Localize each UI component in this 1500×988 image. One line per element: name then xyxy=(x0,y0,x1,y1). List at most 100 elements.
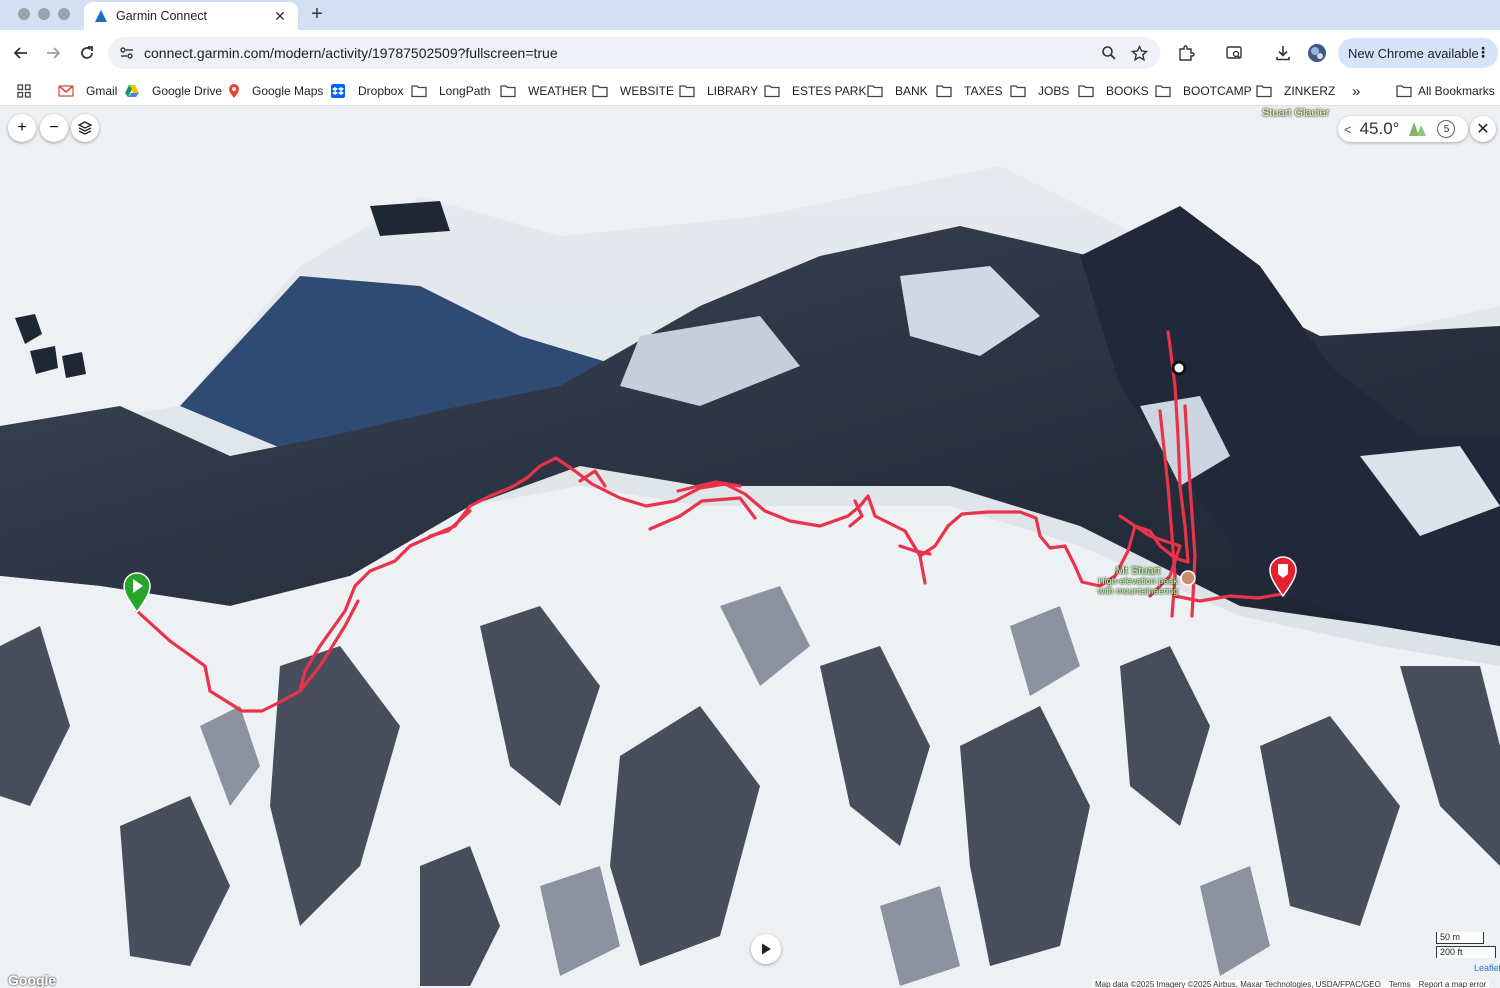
waypoint-marker[interactable] xyxy=(1171,360,1187,376)
bookmark-star-icon[interactable] xyxy=(1124,38,1154,68)
stuart-glacier-label: Stuart Glacier xyxy=(1262,107,1330,119)
bookmarks-overflow-chevron[interactable]: » xyxy=(1352,80,1360,102)
bookmark-website[interactable]: WEBSITE xyxy=(592,80,674,102)
folder-icon xyxy=(679,84,701,98)
play-icon xyxy=(762,943,771,955)
layers-button[interactable] xyxy=(71,114,99,142)
window-close-button[interactable] xyxy=(18,8,30,20)
extensions-puzzle-icon[interactable] xyxy=(1174,41,1198,65)
tree-icon xyxy=(1409,122,1427,136)
bookmark-library[interactable]: LIBRARY xyxy=(679,80,758,102)
scale-metric: 50 m xyxy=(1436,932,1484,944)
bookmark-bank[interactable]: BANK xyxy=(867,80,928,102)
search-icon[interactable] xyxy=(1094,38,1124,68)
tilt-value: 45.0° xyxy=(1359,119,1400,138)
bookmark-label: BANK xyxy=(895,84,928,98)
map-attribution: Map data ©2025 Imagery ©2025 Airbus, Max… xyxy=(1092,980,1490,988)
profile-avatar[interactable] xyxy=(1305,41,1329,65)
bookmark-label: ZINKERZ xyxy=(1284,84,1336,98)
bookmark-bootcamp[interactable]: BOOTCAMP xyxy=(1155,80,1252,102)
bookmark-taxes[interactable]: TAXES xyxy=(936,80,1002,102)
bookmark-label: LIBRARY xyxy=(707,84,759,98)
arrow-left-icon xyxy=(13,47,27,59)
tab-garmin-connect[interactable]: Garmin Connect ✕ xyxy=(84,2,298,30)
bookmark-google-drive[interactable]: Google Drive xyxy=(124,80,222,102)
bookmark-dropbox[interactable]: Dropbox xyxy=(330,80,403,102)
activity-map[interactable]: + − Stuart Glacier < 45.0° 5 ✕ Mt Stuart… xyxy=(0,106,1500,988)
bookmarks-bar: Gmail Google Drive Google Maps Dropbox LongP… xyxy=(0,76,1500,106)
drive-icon xyxy=(124,84,146,98)
more-menu-icon[interactable]: ⋮ xyxy=(1476,44,1490,60)
folder-icon xyxy=(1010,84,1032,98)
bookmark-longpath[interactable]: LongPath xyxy=(411,80,490,102)
chevron-left-icon[interactable]: < xyxy=(1344,122,1352,137)
arrow-right-icon xyxy=(47,47,61,59)
folder-icon xyxy=(1078,84,1100,98)
attribution-text: Map data ©2025 Imagery ©2025 Airbus, Max… xyxy=(1095,980,1381,988)
folder-icon xyxy=(592,84,614,98)
satellite-terrain xyxy=(0,106,1500,988)
bookmark-label: Gmail xyxy=(86,84,118,98)
bookmark-estes-park[interactable]: ESTES PARK xyxy=(764,80,866,102)
folder-icon xyxy=(867,84,889,98)
close-fullscreen-button[interactable]: ✕ xyxy=(1470,116,1496,142)
gmail-icon xyxy=(58,85,80,97)
dropbox-icon xyxy=(330,83,352,99)
zoom-out-button[interactable]: − xyxy=(40,114,68,142)
tab-close-icon[interactable]: ✕ xyxy=(272,8,288,25)
downloads-icon[interactable] xyxy=(1271,41,1295,65)
bookmark-label: WEATHER xyxy=(528,84,588,98)
reload-button[interactable] xyxy=(75,41,99,65)
garmin-triangle-icon xyxy=(95,10,107,22)
tab-search-icon[interactable] xyxy=(1222,41,1246,65)
reload-icon xyxy=(81,46,93,59)
bookmark-jobs[interactable]: JOBS xyxy=(1010,80,1069,102)
maps-pin-icon xyxy=(228,83,246,99)
back-button[interactable] xyxy=(9,41,33,65)
folder-icon xyxy=(1396,85,1412,98)
forward-button[interactable] xyxy=(41,41,65,65)
folder-icon xyxy=(936,84,958,98)
bookmark-label: Google Maps xyxy=(252,84,324,98)
new-tab-button[interactable]: + xyxy=(306,3,328,26)
play-animation-button[interactable] xyxy=(751,934,781,964)
browser-toolbar: connect.garmin.com/modern/activity/19787… xyxy=(0,30,1500,76)
bookmark-zinkerz[interactable]: ZINKERZ xyxy=(1256,80,1335,102)
folder-icon xyxy=(411,84,433,98)
folder-icon xyxy=(764,84,786,98)
bookmark-label: Dropbox xyxy=(358,84,404,98)
google-logo: Google xyxy=(8,972,57,988)
bookmark-label: Google Drive xyxy=(152,84,223,98)
bookmark-gmail[interactable]: Gmail xyxy=(58,80,117,102)
url-text[interactable]: connect.garmin.com/modern/activity/19787… xyxy=(144,45,1094,61)
apps-grid-icon[interactable] xyxy=(16,80,38,102)
bookmark-label: BOOKS xyxy=(1106,84,1149,98)
address-bar[interactable]: connect.garmin.com/modern/activity/19787… xyxy=(108,37,1160,69)
folder-icon xyxy=(500,84,522,98)
tilt-badge: 5 xyxy=(1437,120,1456,138)
bookmark-label: LongPath xyxy=(439,84,491,98)
report-error-link[interactable]: Report a map error xyxy=(1419,980,1487,988)
peak-description-2: with mountaineering xyxy=(1097,586,1179,596)
bookmark-books[interactable]: BOOKS xyxy=(1078,80,1149,102)
peak-description-1: High-elevation peak xyxy=(1098,576,1178,586)
bookmark-label: ESTES PARK xyxy=(792,84,867,98)
new-chrome-available-button[interactable]: New Chrome available ⋮ xyxy=(1338,38,1498,68)
tab-title: Garmin Connect xyxy=(116,9,208,23)
peak-name: Mt Stuart xyxy=(1115,565,1161,577)
site-settings-icon[interactable] xyxy=(118,44,136,62)
map-scale: 50 m 200 ft xyxy=(1436,932,1496,958)
layers-icon xyxy=(77,121,93,135)
leaflet-link[interactable]: Leaflet xyxy=(1474,963,1500,973)
bookmark-google-maps[interactable]: Google Maps xyxy=(228,80,323,102)
tilt-control[interactable]: < 45.0° 5 xyxy=(1338,116,1468,142)
zoom-in-button[interactable]: + xyxy=(8,114,36,142)
all-bookmarks[interactable]: All Bookmarks xyxy=(1396,80,1495,102)
bookmark-weather[interactable]: WEATHER xyxy=(500,80,587,102)
window-zoom-button[interactable] xyxy=(58,8,70,20)
terms-link[interactable]: Terms xyxy=(1389,980,1411,988)
bookmark-label: TAXES xyxy=(964,84,1003,98)
bookmark-label: WEBSITE xyxy=(620,84,675,98)
mt-stuart-label[interactable]: Mt Stuart High-elevation peak with mount… xyxy=(1092,565,1184,597)
window-minimize-button[interactable] xyxy=(38,8,50,20)
